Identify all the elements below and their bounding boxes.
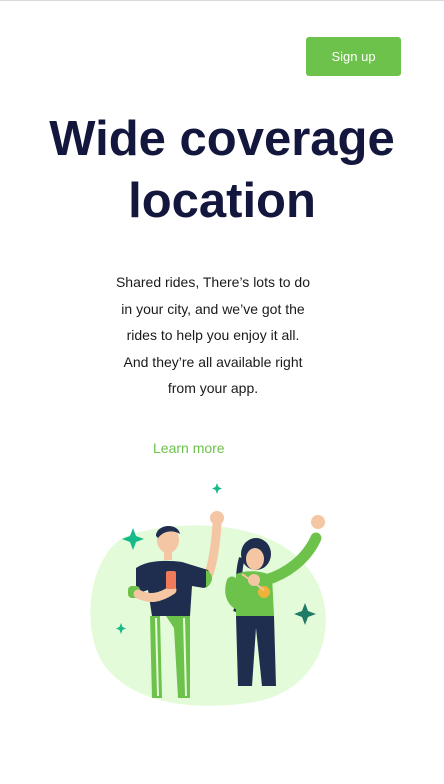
sparkle-icon <box>212 483 222 494</box>
illustration-blob <box>90 525 326 706</box>
title-line-2: location <box>128 174 316 228</box>
learn-more-link[interactable]: Learn more <box>153 440 225 456</box>
title-line-1: Wide coverage <box>49 112 395 166</box>
description-line: from your app. <box>167 380 259 396</box>
two-people-waving-illustration <box>90 483 326 706</box>
signup-button[interactable]: Sign up <box>306 37 401 76</box>
top-divider <box>0 0 444 1</box>
description-line: And they’re all available right <box>123 353 303 370</box>
description-line: rides to help you enjoy it all. <box>126 327 300 343</box>
page-title: Wide coverage location <box>0 108 444 232</box>
description-line: in your city, and we’ve got the <box>121 300 305 317</box>
description-line: Shared rides, There’s lots to do <box>115 274 311 290</box>
hero-description: Shared rides, There’s lots to do in your… <box>108 269 318 402</box>
